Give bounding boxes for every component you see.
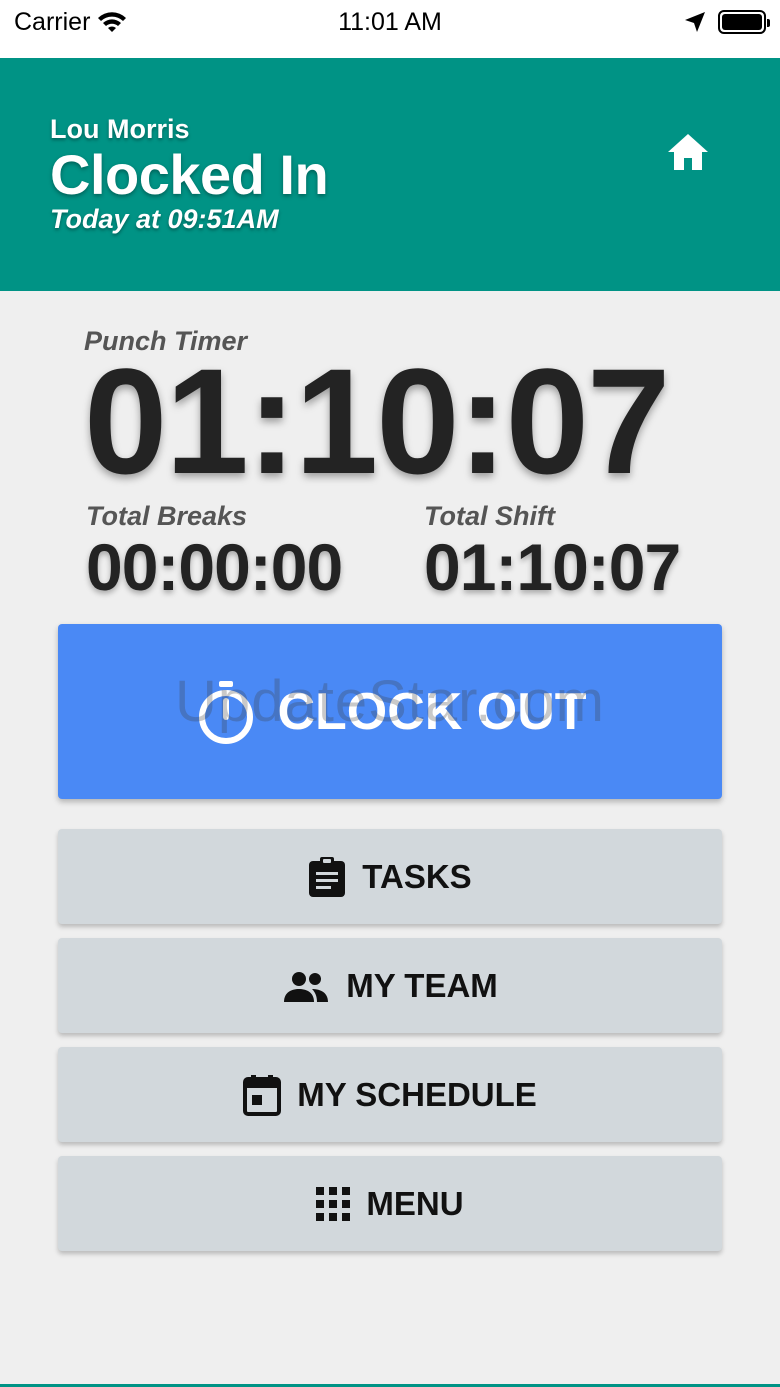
my-schedule-label: MY SCHEDULE <box>297 1075 537 1113</box>
clock-status: Clocked In <box>50 143 329 206</box>
my-team-button[interactable]: MY TEAM <box>58 938 722 1033</box>
menu-label: MENU <box>366 1184 464 1222</box>
home-icon[interactable] <box>666 132 710 172</box>
calendar-icon <box>243 1074 282 1116</box>
app-header: Lou Morris Clocked In Today at 09:51AM <box>0 58 780 291</box>
grid-icon <box>316 1186 351 1221</box>
location-arrow-icon <box>685 12 705 32</box>
status-time: 11:01 AM <box>338 8 442 36</box>
total-breaks-value: 00:00:00 <box>86 530 343 604</box>
status-bar: Carrier 11:01 AM <box>0 0 780 58</box>
my-team-label: MY TEAM <box>346 966 498 1004</box>
clock-in-time: Today at 09:51AM <box>50 204 279 234</box>
tasks-button[interactable]: TASKS <box>58 829 722 924</box>
status-right <box>684 10 770 34</box>
tasks-label: TASKS <box>362 857 472 895</box>
total-shift-label: Total Shift <box>424 501 555 531</box>
user-name: Lou Morris <box>50 114 190 144</box>
my-schedule-button[interactable]: MY SCHEDULE <box>58 1047 722 1142</box>
punch-timer-value: 01:10:07 <box>84 337 670 505</box>
total-breaks-label: Total Breaks <box>86 501 248 531</box>
battery-icon <box>718 10 770 34</box>
watermark: UpdateStar.com <box>175 669 605 734</box>
clipboard-icon <box>309 856 346 897</box>
people-icon <box>284 971 329 1002</box>
total-shift-value: 01:10:07 <box>424 530 681 604</box>
clock-out-button[interactable]: CLOCK OUT UpdateStar.com <box>58 624 722 799</box>
menu-button[interactable]: MENU <box>58 1156 722 1251</box>
